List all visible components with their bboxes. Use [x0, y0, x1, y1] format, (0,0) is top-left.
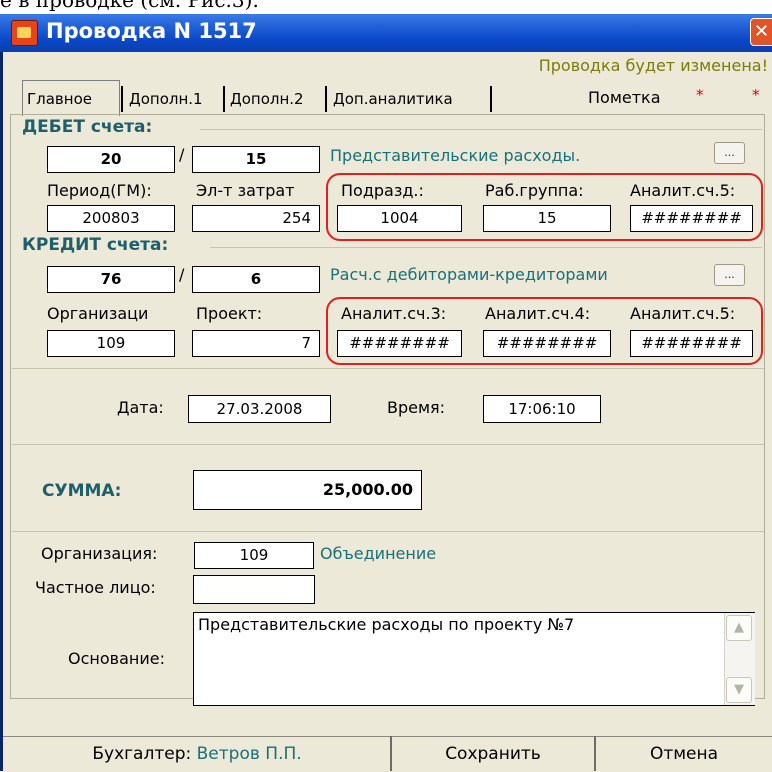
account-slash: / — [179, 265, 185, 284]
save-button[interactable]: Сохранить — [392, 738, 594, 771]
organization-field[interactable]: 109 — [194, 542, 314, 569]
accountant-label: Бухгалтер: — [92, 744, 192, 764]
group-divider — [210, 247, 762, 248]
tab-main[interactable]: Главное — [22, 80, 120, 116]
credit-subaccount-field[interactable]: 6 — [192, 266, 320, 293]
time-label: Время: — [387, 398, 446, 417]
scroll-up-icon[interactable]: ▲ — [726, 615, 752, 641]
mark-label: Пометка — [588, 88, 661, 107]
date-label: Дата: — [117, 398, 164, 417]
cancel-button[interactable]: Отмена — [596, 738, 772, 771]
date-field[interactable]: 27.03.2008 — [188, 395, 331, 423]
section-divider — [12, 368, 764, 369]
scroll-down-icon[interactable]: ▼ — [726, 677, 752, 703]
organization-label: Организация: — [41, 544, 158, 563]
tab-separator — [490, 86, 492, 112]
mark-star: * — [752, 86, 760, 104]
private-person-field[interactable] — [193, 575, 315, 604]
app-icon — [11, 20, 38, 46]
debit-heading: ДЕБЕТ счета: — [22, 117, 155, 137]
section-divider — [12, 531, 764, 532]
debit-cost-element-field[interactable]: 254 — [192, 205, 320, 232]
sum-field[interactable]: 25,000.00 — [193, 470, 422, 510]
debit-period-label: Период(ГМ): — [47, 181, 152, 200]
account-slash: / — [179, 145, 185, 164]
tab-extra-analytics[interactable]: Доп.аналитика — [329, 84, 489, 114]
basis-textarea[interactable]: Представительские расходы по проекту №7 — [193, 612, 755, 706]
private-person-label: Частное лицо: — [35, 578, 156, 597]
credit-heading: КРЕДИТ счета: — [22, 235, 171, 255]
debit-cost-element-label: Эл-т затрат — [196, 181, 295, 200]
section-divider — [12, 444, 764, 445]
time-field[interactable]: 17:06:10 — [483, 395, 601, 423]
sum-label: СУММА: — [42, 481, 122, 501]
tab-extra-1[interactable]: Дополн.1 — [125, 84, 223, 114]
credit-organization-field[interactable]: 109 — [47, 330, 175, 357]
debit-period-field[interactable]: 200803 — [47, 205, 175, 232]
credit-project-label: Проект: — [196, 304, 263, 323]
debit-account-name: Представительские расходы. — [330, 146, 581, 165]
debit-account-field[interactable]: 20 — [47, 146, 175, 173]
mark-star: * — [696, 86, 704, 104]
document-caption: е в проводке (см. Рис.3). — [0, 0, 259, 12]
credit-project-field[interactable]: 7 — [192, 330, 320, 357]
basis-label: Основание: — [68, 649, 165, 668]
debit-lookup-button[interactable]: ... — [714, 142, 745, 164]
tab-separator — [121, 86, 123, 112]
credit-lookup-button[interactable]: ... — [714, 264, 745, 286]
group-divider — [200, 129, 762, 130]
tab-separator — [325, 86, 327, 112]
credit-highlight-frame — [326, 297, 763, 365]
status-message: Проводка будет изменена! — [538, 56, 768, 75]
credit-organization-label: Организаци — [47, 304, 149, 323]
organization-name: Объединение — [320, 544, 437, 563]
credit-account-field[interactable]: 76 — [47, 266, 175, 293]
credit-account-name: Расч.с дебиторами-кредиторами — [330, 265, 608, 284]
window-title: Проводка N 1517 — [46, 19, 257, 43]
tab-extra-2[interactable]: Дополн.2 — [226, 84, 324, 114]
tab-separator — [223, 86, 225, 112]
debit-highlight-frame — [326, 173, 763, 241]
close-button[interactable]: ✕ — [750, 18, 772, 46]
accountant-name: Ветров П.П. — [196, 744, 302, 764]
debit-subaccount-field[interactable]: 15 — [192, 146, 320, 173]
accountant-info: Бухгалтер: Ветров П.П. — [5, 738, 389, 771]
